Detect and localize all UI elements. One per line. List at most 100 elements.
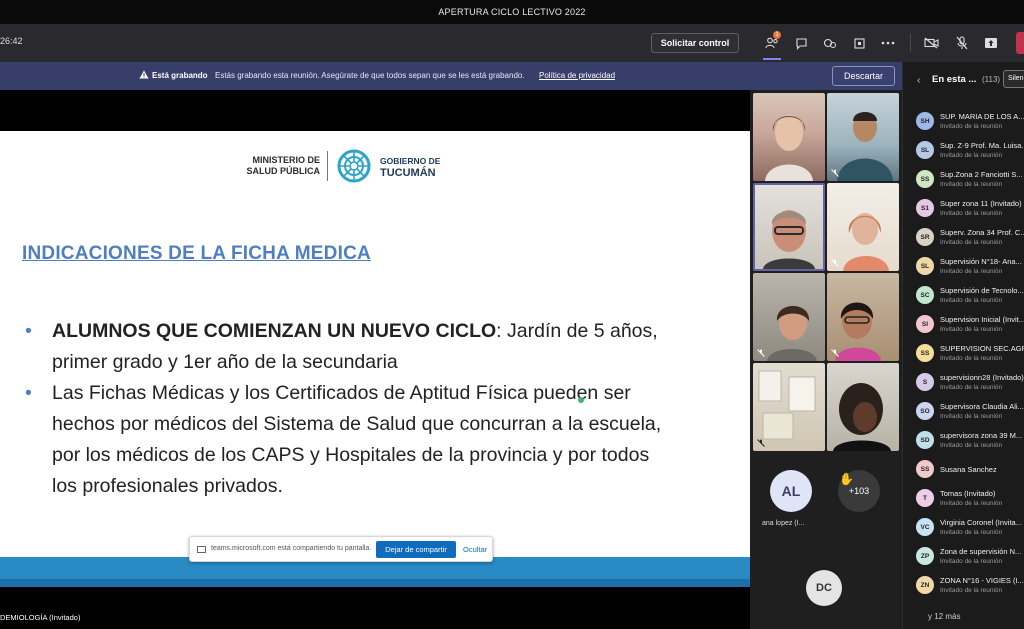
participant-avatar[interactable]: DC — [806, 570, 842, 606]
participant-role: Invitado de la reunión — [940, 297, 1003, 304]
screen-icon — [197, 546, 206, 553]
leave-button[interactable] — [1016, 32, 1024, 54]
logo-left-line-2: SALUD PÚBLICA — [246, 166, 321, 176]
participant-video-tile[interactable] — [827, 273, 899, 361]
chevron-left-icon[interactable]: ‹ — [917, 75, 920, 86]
presenter-name-label: DEMIOLOGÍA (Invitado) — [0, 613, 81, 622]
participant-name: Zona de supervisión N... — [940, 547, 1022, 556]
participant-avatar: S1 — [916, 199, 934, 217]
participant-row[interactable]: SD supervisora zona 39 M... Invitado de la… — [903, 427, 1024, 456]
participant-row[interactable]: SI Supervision Inicial (Invit... Invitado … — [903, 311, 1024, 340]
privacy-policy-link[interactable]: Política de privacidad — [539, 71, 615, 80]
bullet-text: Las Fichas Médicas y los Certificados de… — [52, 382, 662, 497]
toolbar-separator — [910, 34, 911, 52]
participant-role: Invitado de la reunión — [940, 355, 1003, 362]
participant-avatar[interactable]: AL — [770, 470, 812, 512]
participant-avatar: SL — [916, 141, 934, 159]
dismiss-button[interactable]: Descartar — [832, 66, 895, 86]
raised-hand-icon: ✋ — [839, 472, 854, 486]
mic-off-icon — [831, 349, 839, 357]
participant-video-tile[interactable] — [753, 273, 825, 361]
logo-left-text: MINISTERIO DE SALUD PÚBLICA — [228, 155, 321, 177]
participant-role: Invitado de la reunión — [940, 152, 1003, 159]
chat-icon[interactable] — [792, 34, 810, 52]
bullet-item: ALUMNOS QUE COMIENZAN UN NUEVO CICLO: Ja… — [25, 316, 675, 378]
bullet-bold-text: ALUMNOS QUE COMIENZAN UN NUEVO CICLO — [52, 320, 497, 342]
people-active-indicator — [763, 58, 781, 60]
participant-name: Supervisión N°18- Ana... — [940, 257, 1022, 266]
participant-name: Super zona 11 (Invitado) — [940, 199, 1022, 208]
participant-name: SUP. MARIA DE LOS A... — [940, 112, 1024, 121]
participant-row[interactable]: SR Superv. Zona 34 Prof. C... Invitado de … — [903, 224, 1024, 253]
participant-row[interactable]: VC Virginia Coronel (Invita... Invitado de… — [903, 514, 1024, 543]
more-participants-link[interactable]: y 12 más — [928, 612, 960, 621]
rooms-icon[interactable] — [850, 34, 868, 52]
participant-name: Supervision Inicial (Invit... — [940, 315, 1024, 324]
hide-share-bar-link[interactable]: Ocultar — [463, 545, 487, 554]
participant-row[interactable]: S1 Super zona 11 (Invitado) Invitado de la… — [903, 195, 1024, 224]
participant-role: Invitado de la reunión — [940, 268, 1003, 275]
participant-row[interactable]: SS SUPERVISION SEC.AGR... Invitado de la r… — [903, 340, 1024, 369]
participant-row[interactable]: SS Susana Sanchez — [903, 456, 1024, 485]
logo-right-text: GOBIERNO DE TUCUMÁN — [380, 155, 440, 179]
request-control-button[interactable]: Solicitar control — [651, 33, 739, 53]
participants-panel-header: ‹ En esta ... (113) Silenciar — [903, 62, 1024, 96]
participant-row[interactable]: T Tomas (Invitado) Invitado de la reunión — [903, 485, 1024, 514]
teams-meeting-window: APERTURA CICLO LECTIVO 2022 26:42 Solici… — [0, 0, 1024, 629]
participant-name: ZONA N°16 - VIGIES (I... — [940, 576, 1024, 585]
mute-all-button[interactable]: Silenciar — [1003, 70, 1024, 88]
more-icon[interactable] — [879, 34, 897, 52]
participant-role: Invitado de la reunión — [940, 442, 1003, 449]
participant-name: Virginia Coronel (Invita... — [940, 518, 1022, 527]
logo-divider — [327, 151, 328, 181]
people-icon[interactable]: 1 — [763, 31, 781, 52]
mic-off-icon — [831, 169, 839, 177]
participant-row[interactable]: Ssupervisionn28 (Invitado) Invitado de la… — [903, 369, 1024, 398]
participant-row[interactable]: ZP Zona de supervisión N... Invitado de la… — [903, 543, 1024, 572]
participant-video-tile-speaking[interactable] — [753, 183, 825, 271]
participant-role: Invitado de la reunión — [940, 500, 1003, 507]
window-title: APERTURA CICLO LECTIVO 2022 — [438, 7, 586, 17]
participant-video-tile[interactable] — [753, 363, 825, 451]
screen-share-notification: teams.microsoft.com está compartiendo tu… — [189, 536, 493, 562]
logo-left-line-1: MINISTERIO DE — [252, 155, 320, 165]
participant-avatar: SO — [916, 402, 934, 420]
participant-role: Invitado de la reunión — [940, 326, 1003, 333]
video-grid: AL +103 DC — [750, 90, 902, 629]
tucuman-emblem-icon — [337, 149, 371, 183]
participant-video-tile[interactable] — [827, 93, 899, 181]
participant-avatar: SL — [916, 257, 934, 275]
participant-avatar: SC — [916, 286, 934, 304]
participant-video-tile[interactable] — [827, 183, 899, 271]
participant-row[interactable]: SS Sup.Zona 2 Fanciotti S... Invitado de l… — [903, 166, 1024, 195]
participant-row[interactable]: SL Sup. Z-9 Prof. Ma. Luisa... Invitado de… — [903, 137, 1024, 166]
participant-role: Invitado de la reunión — [940, 123, 1003, 130]
share-notification-text: teams.microsoft.com está compartiendo tu… — [211, 545, 372, 552]
participant-role: Invitado de la reunión — [940, 181, 1003, 188]
participant-role: Invitado de la reunión — [940, 210, 1003, 217]
logo-right-line-1: GOBIERNO DE — [380, 156, 441, 166]
participant-avatar: ZN — [916, 576, 934, 594]
participant-video-tile[interactable] — [827, 363, 899, 451]
participant-name: Superv. Zona 34 Prof. C... — [940, 228, 1024, 237]
participant-name: supervisora zona 39 M... — [940, 431, 1023, 440]
participant-row[interactable]: SO Supervisora Claudia Ali... Invitado de … — [903, 398, 1024, 427]
reactions-icon[interactable] — [821, 34, 839, 52]
participant-silhouette — [763, 210, 815, 269]
participant-avatar: SI — [916, 315, 934, 333]
participant-avatar: ZP — [916, 547, 934, 565]
meeting-toolbar: 26:42 Solicitar control 1 — [0, 24, 1024, 62]
participant-row[interactable]: SL Supervisión N°18- Ana... Invitado de la… — [903, 253, 1024, 282]
share-tray-icon[interactable] — [982, 34, 1000, 52]
participant-name: Sup.Zona 2 Fanciotti S... — [940, 170, 1023, 179]
participant-video-tile[interactable] — [753, 93, 825, 181]
participant-row[interactable]: SC Supervisión de Tecnolo... Invitado de l… — [903, 282, 1024, 311]
participant-row[interactable]: SH SUP. MARIA DE LOS A... Invitado de la r… — [903, 108, 1024, 137]
participant-avatar: VC — [916, 518, 934, 536]
participant-name: supervisionn28 (Invitado) — [940, 373, 1024, 382]
participant-row[interactable]: ZN ZONA N°16 - VIGIES (I... Invitado de la… — [903, 572, 1024, 601]
stop-sharing-button[interactable]: Dejar de compartir — [376, 541, 456, 558]
camera-off-icon[interactable] — [923, 34, 941, 52]
participant-avatar: SR — [916, 228, 934, 246]
mic-off-icon[interactable] — [953, 34, 971, 52]
